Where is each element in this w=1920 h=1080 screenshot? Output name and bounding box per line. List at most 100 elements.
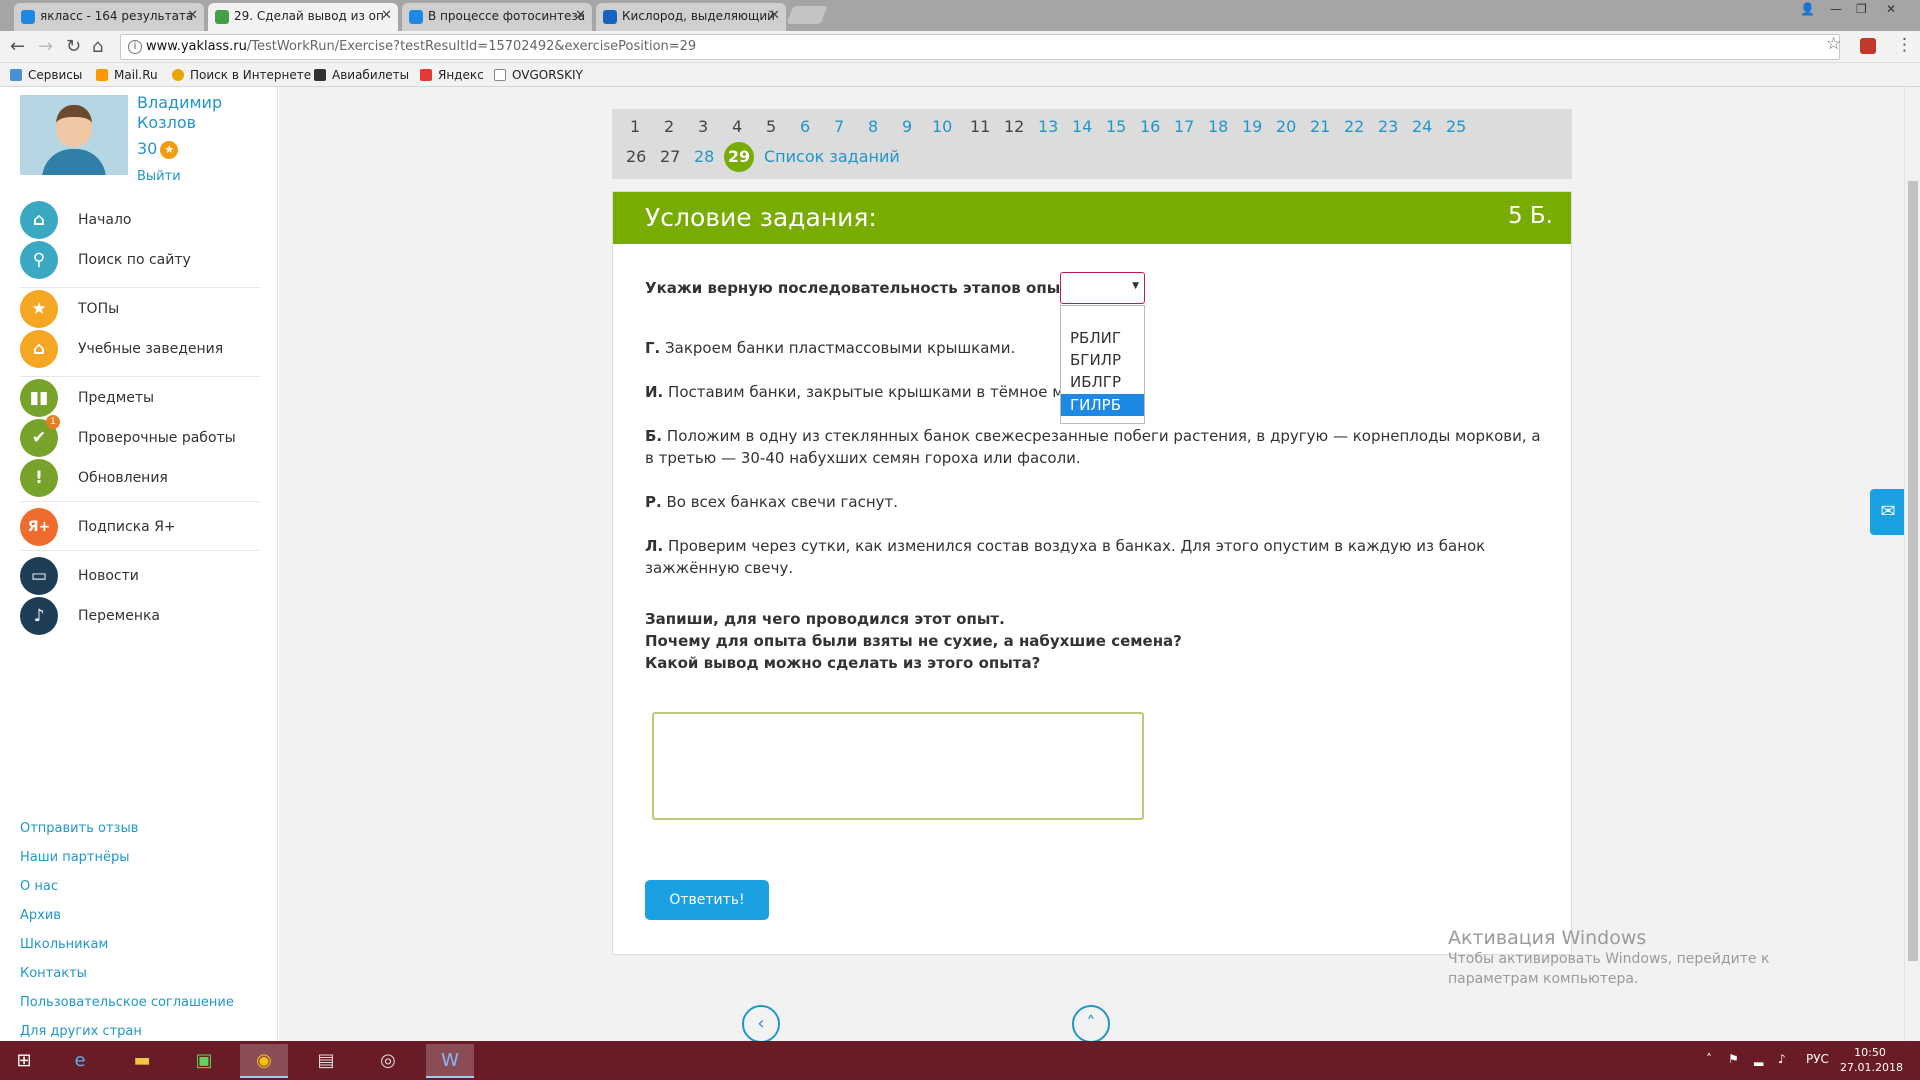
sidebar-item-home[interactable]: ⌂ Начало xyxy=(20,201,260,241)
network-flag-icon[interactable]: ⚑ xyxy=(1728,1052,1739,1066)
user-first-name[interactable]: Владимир xyxy=(137,93,222,113)
bookmark-item[interactable]: Поиск в Интернете xyxy=(172,68,311,82)
page-number[interactable]: 16 xyxy=(1140,117,1160,136)
footer-link-agreement[interactable]: Пользовательское соглашение xyxy=(20,995,234,1010)
bookmark-item[interactable]: Авиабилеты xyxy=(314,68,409,82)
sidebar-item-updates[interactable]: ! Обновления xyxy=(20,459,260,499)
page-number[interactable]: 9 xyxy=(902,117,912,136)
address-bar[interactable]: i www.yaklass.ru/TestWorkRun/Exercise?te… xyxy=(120,34,1840,60)
previous-arrow-icon[interactable]: ‹ xyxy=(742,1005,780,1043)
sidebar-item-news[interactable]: ▭ Новости xyxy=(20,557,260,597)
page-number[interactable]: 19 xyxy=(1242,117,1262,136)
scrollbar-thumb[interactable] xyxy=(1908,181,1918,961)
page-number[interactable]: 2 xyxy=(664,117,674,136)
info-icon[interactable]: i xyxy=(128,40,142,54)
bookmark-star-icon[interactable]: ☆ xyxy=(1826,34,1841,54)
word-icon[interactable]: W xyxy=(426,1044,474,1078)
page-number[interactable]: 23 xyxy=(1378,117,1398,136)
bookmark-item[interactable]: Сервисы xyxy=(10,68,82,82)
footer-link-feedback[interactable]: Отправить отзыв xyxy=(20,821,138,836)
close-icon[interactable]: ✕ xyxy=(381,8,392,23)
user-last-name[interactable]: Козлов xyxy=(137,113,222,133)
page-number[interactable]: 14 xyxy=(1072,117,1092,136)
page-number[interactable]: 26 xyxy=(626,147,646,166)
browser-tab[interactable]: В процессе фотосинтеза ✕ xyxy=(402,3,592,31)
page-number[interactable]: 22 xyxy=(1344,117,1364,136)
chrome-icon[interactable]: ◉ xyxy=(240,1044,288,1078)
dropdown-option[interactable]: РБЛИГ xyxy=(1061,327,1144,349)
sidebar-item-tops[interactable]: ★ ТОПы xyxy=(20,290,260,330)
page-number[interactable]: 6 xyxy=(800,117,810,136)
store-icon[interactable]: ▣ xyxy=(180,1044,228,1078)
browser-tab[interactable]: яклacc - 164 результата ✕ xyxy=(14,3,204,31)
signal-icon[interactable]: ▂ xyxy=(1754,1052,1763,1066)
internet-explorer-icon[interactable]: e xyxy=(56,1044,104,1078)
browser-tab[interactable]: Кислород, выделяющий ✕ xyxy=(596,3,786,31)
sidebar-item-subscription[interactable]: Я+ Подписка Я+ xyxy=(20,508,260,548)
page-number[interactable]: 24 xyxy=(1412,117,1432,136)
forward-icon[interactable]: → xyxy=(38,36,53,57)
sidebar-item-schools[interactable]: ⌂ Учебные заведения xyxy=(20,330,260,370)
page-number[interactable]: 13 xyxy=(1038,117,1058,136)
page-number[interactable]: 27 xyxy=(660,147,680,166)
page-number[interactable]: 4 xyxy=(732,117,742,136)
reload-icon[interactable]: ↻ xyxy=(66,36,81,57)
avatar[interactable] xyxy=(20,95,128,175)
scrollbar[interactable] xyxy=(1904,87,1920,1041)
sidebar-item-subjects[interactable]: ▮▮ Предметы xyxy=(20,379,260,419)
page-number[interactable]: 3 xyxy=(698,117,708,136)
dropdown-option-highlighted[interactable]: ГИЛРБ xyxy=(1061,394,1144,416)
bookmark-item[interactable]: Mail.Ru xyxy=(96,68,158,82)
page-number[interactable]: 17 xyxy=(1174,117,1194,136)
profile-icon[interactable]: 👤 xyxy=(1800,2,1815,16)
page-number-current[interactable]: 29 xyxy=(724,142,754,172)
footer-link-archive[interactable]: Архив xyxy=(20,908,61,923)
page-number[interactable]: 28 xyxy=(694,147,714,166)
close-window-icon[interactable]: ✕ xyxy=(1886,2,1896,16)
steam-icon[interactable]: ◎ xyxy=(364,1044,412,1078)
sidebar-item-tests[interactable]: ✔ 1 Проверочные работы xyxy=(20,415,260,459)
task-list-link[interactable]: Список заданий xyxy=(764,147,900,166)
submit-button[interactable]: Ответить! xyxy=(645,880,769,920)
footer-link-partners[interactable]: Наши партнёры xyxy=(20,850,130,865)
close-icon[interactable]: ✕ xyxy=(575,8,586,23)
close-icon[interactable]: ✕ xyxy=(187,8,198,23)
sequence-select[interactable]: ▼ xyxy=(1060,272,1145,304)
language-indicator[interactable]: РУС xyxy=(1806,1052,1829,1066)
bookmark-item[interactable]: OVGORSKIY xyxy=(494,68,583,82)
page-number[interactable]: 15 xyxy=(1106,117,1126,136)
volume-icon[interactable]: ♪ xyxy=(1778,1052,1786,1066)
page-number[interactable]: 21 xyxy=(1310,117,1330,136)
windows-start-icon[interactable]: ⊞ xyxy=(0,1044,48,1078)
menu-icon[interactable]: ⋮ xyxy=(1896,35,1913,55)
page-number[interactable]: 18 xyxy=(1208,117,1228,136)
home-icon[interactable]: ⌂ xyxy=(92,36,103,57)
user-name[interactable]: Владимир Козлов xyxy=(137,93,222,133)
mail-icon[interactable]: ✉ xyxy=(1870,489,1906,535)
footer-link-students[interactable]: Школьникам xyxy=(20,937,108,952)
sidebar-item-search[interactable]: ⚲ Поиск по сайту xyxy=(20,241,260,281)
page-number[interactable]: 11 xyxy=(970,117,990,136)
file-explorer-icon[interactable]: ▬ xyxy=(118,1044,166,1078)
app-icon[interactable]: ▤ xyxy=(302,1044,350,1078)
page-number[interactable]: 12 xyxy=(1004,117,1024,136)
sidebar-item-break[interactable]: ♪ Переменка xyxy=(20,597,260,637)
up-arrow-icon[interactable]: ˄ xyxy=(1072,1005,1110,1043)
back-icon[interactable]: ← xyxy=(10,36,25,57)
close-icon[interactable]: ✕ xyxy=(769,8,780,23)
page-number[interactable]: 10 xyxy=(932,117,952,136)
new-tab-button[interactable] xyxy=(786,6,828,24)
clock[interactable]: 10:50 27.01.2018 xyxy=(1840,1045,1903,1075)
page-number[interactable]: 20 xyxy=(1276,117,1296,136)
dropdown-option[interactable]: ИБЛГР xyxy=(1061,371,1144,393)
minimize-icon[interactable]: — xyxy=(1830,2,1842,16)
page-number[interactable]: 7 xyxy=(834,117,844,136)
extension-icon[interactable] xyxy=(1860,38,1876,54)
logout-link[interactable]: Выйти xyxy=(137,169,181,184)
footer-link-other-countries[interactable]: Для других стран xyxy=(20,1024,142,1039)
page-number[interactable]: 8 xyxy=(868,117,878,136)
browser-tab-active[interactable]: 29. Сделай вывод из оп ✕ xyxy=(208,3,398,31)
dropdown-option[interactable]: БГИЛР xyxy=(1061,349,1144,371)
show-hidden-icons-icon[interactable]: ˄ xyxy=(1706,1052,1712,1066)
page-number[interactable]: 5 xyxy=(766,117,776,136)
